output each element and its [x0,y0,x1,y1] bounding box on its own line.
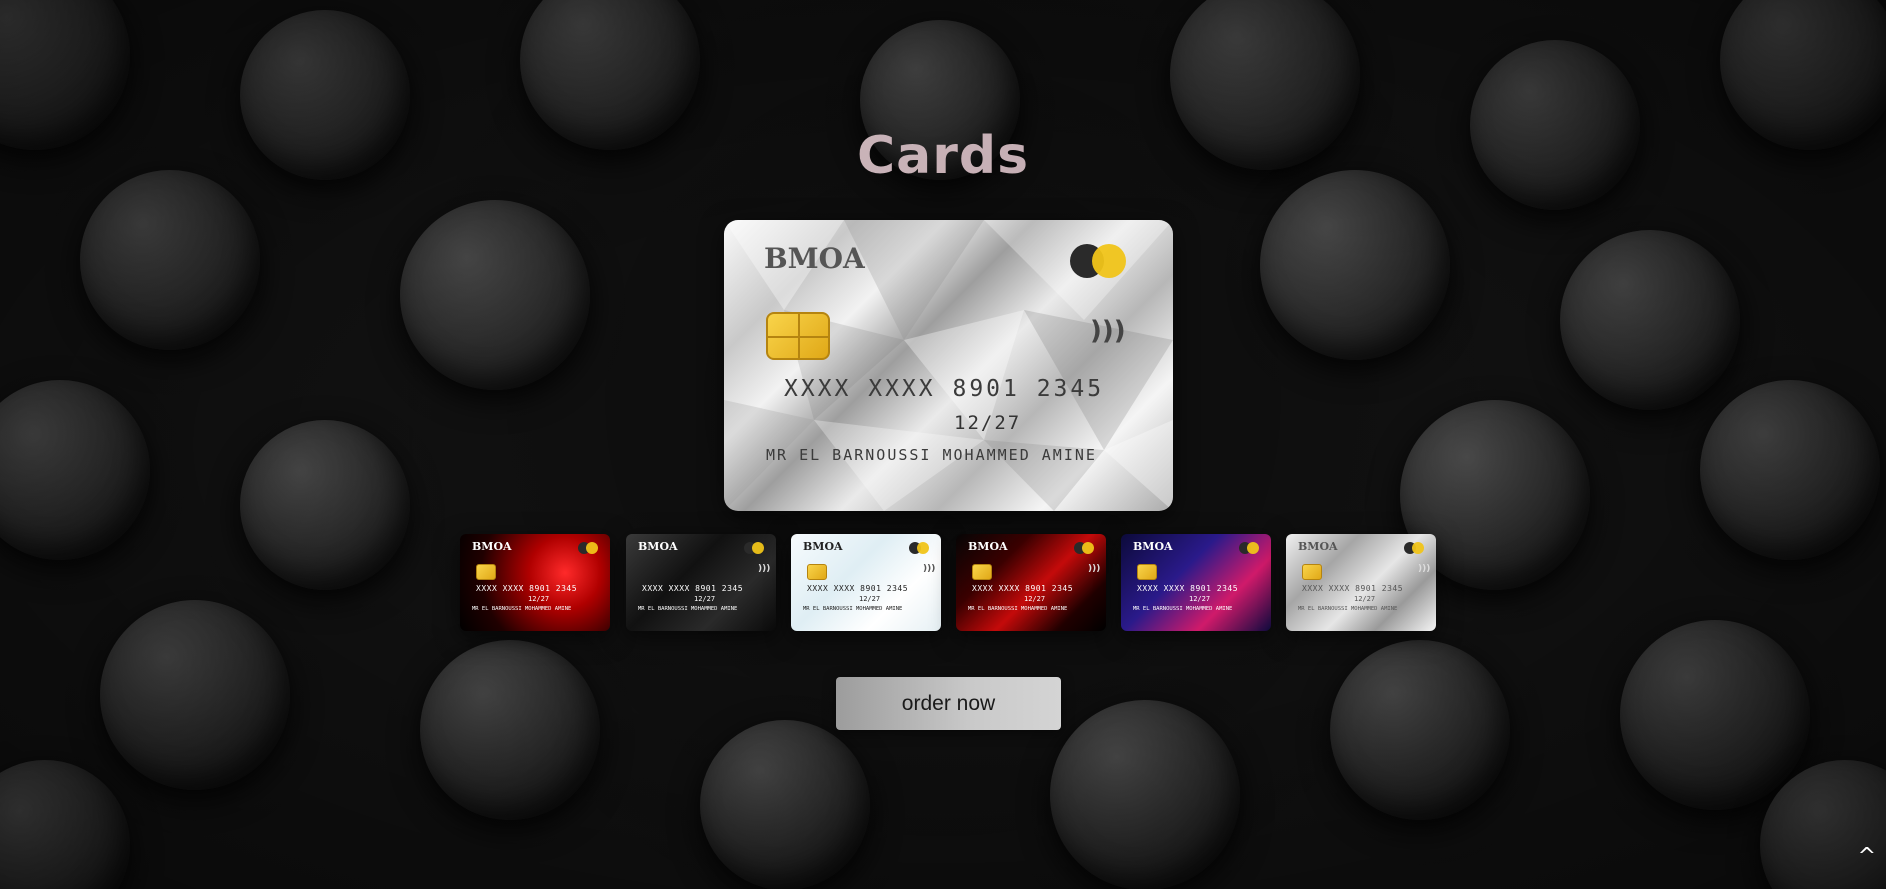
card-holder-name: MR EL BARNOUSSI MOHAMMED AMINE [1298,606,1398,612]
card-number: XXXX XXXX 8901 2345 [476,584,578,593]
contactless-icon: ))) [1088,564,1101,574]
mastercard-logo-icon [1070,244,1128,278]
card-bank-name: BMOA [1133,540,1173,553]
card-expiry: 12/27 [954,412,1022,434]
card-bank-name: BMOA [803,540,843,553]
card-thumbnail-white[interactable]: BMOA ))) XXXX XXXX 8901 2345 12/27 MR EL… [791,534,941,631]
chip-icon [766,312,830,360]
card-number: XXXX XXXX 8901 2345 [784,376,1105,402]
card-bank-name: BMOA [638,540,678,553]
card-expiry: 12/27 [694,595,716,603]
card-holder-name: MR EL BARNOUSSI MOHAMMED AMINE [472,606,572,612]
contactless-icon: ))) [758,564,771,574]
card-number: XXXX XXXX 8901 2345 [1302,584,1404,593]
card-bank-name: BMOA [968,540,1008,553]
mastercard-logo-icon [909,542,929,554]
order-now-button[interactable]: order now [836,677,1061,730]
mastercard-logo-icon [1239,542,1259,554]
card-number: XXXX XXXX 8901 2345 [972,584,1074,593]
main-card-preview: BMOA ))) XXXX XXXX 8901 2345 12/27 MR EL… [724,220,1173,511]
card-number: XXXX XXXX 8901 2345 [807,584,909,593]
chip-icon [1302,564,1322,580]
card-thumbnail-red-wave[interactable]: BMOA ))) XXXX XXXX 8901 2345 12/27 MR EL… [956,534,1106,631]
page-title: Cards [0,126,1886,186]
chip-icon [807,564,827,580]
card-holder-name: MR EL BARNOUSSI MOHAMMED AMINE [638,606,738,612]
card-expiry: 12/27 [1354,595,1376,603]
card-expiry: 12/27 [859,595,881,603]
card-holder-name: MR EL BARNOUSSI MOHAMMED AMINE [803,606,903,612]
card-holder-name: MR EL BARNOUSSI MOHAMMED AMINE [968,606,1068,612]
card-bank-name: BMOA [764,242,865,275]
card-bank-name: BMOA [472,540,512,553]
card-holder-name: MR EL BARNOUSSI MOHAMMED AMINE [1133,606,1233,612]
mastercard-logo-icon [1074,542,1094,554]
mastercard-logo-icon [578,542,598,554]
chip-icon [1137,564,1157,580]
card-expiry: 12/27 [528,595,550,603]
mastercard-logo-icon [1404,542,1424,554]
chip-icon [476,564,496,580]
card-thumbnail-red-lights[interactable]: BMOA XXXX XXXX 8901 2345 12/27 MR EL BAR… [460,534,610,631]
card-thumbnail-blue-purple[interactable]: BMOA XXXX XXXX 8901 2345 12/27 MR EL BAR… [1121,534,1271,631]
contactless-icon: ))) [1090,316,1126,346]
card-number: XXXX XXXX 8901 2345 [1137,584,1239,593]
card-thumbnail-black[interactable]: BMOA ))) XXXX XXXX 8901 2345 12/27 MR EL… [626,534,776,631]
caret-up-icon[interactable]: ^ [1858,844,1876,869]
contactless-icon: ))) [1418,564,1431,574]
card-expiry: 12/27 [1024,595,1046,603]
card-expiry: 12/27 [1189,595,1211,603]
card-thumbnail-silver[interactable]: BMOA ))) XXXX XXXX 8901 2345 12/27 MR EL… [1286,534,1436,631]
card-bank-name: BMOA [1298,540,1338,553]
page: Cards BMOA ))) XXXX XXXX 8901 2345 12/27… [0,0,1886,889]
card-number: XXXX XXXX 8901 2345 [642,584,744,593]
card-holder-name: MR EL BARNOUSSI MOHAMMED AMINE [766,446,1097,464]
contactless-icon: ))) [923,564,936,574]
mastercard-logo-icon [744,542,764,554]
chip-icon [972,564,992,580]
